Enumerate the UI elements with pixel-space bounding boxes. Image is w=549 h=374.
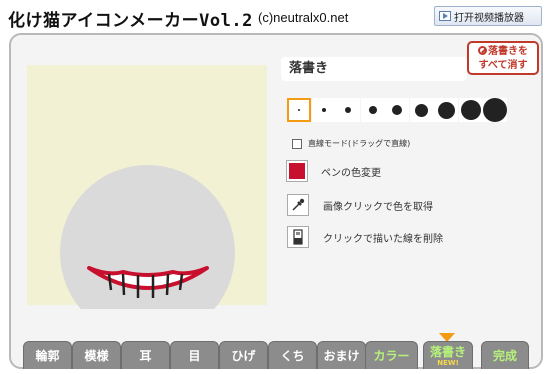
brush-size-option[interactable] — [311, 98, 336, 122]
brush-dot-icon — [345, 107, 351, 113]
brush-size-option[interactable] — [336, 98, 360, 122]
tab-category[interactable]: 輪郭 — [23, 341, 72, 369]
tab-category[interactable]: 耳 — [121, 341, 170, 369]
brush-size-option[interactable] — [409, 98, 434, 122]
straight-line-checkbox[interactable] — [292, 138, 302, 149]
tab-category[interactable]: おまけ — [317, 341, 366, 369]
open-video-player-button[interactable]: 打开视频播放器 — [434, 6, 542, 26]
tab-category[interactable]: 模様 — [72, 341, 121, 369]
brush-size-picker — [287, 98, 508, 122]
prohibit-icon — [478, 46, 487, 55]
pen-color-row[interactable]: ペンの色変更 — [286, 160, 381, 182]
eyedropper-icon[interactable] — [287, 194, 309, 216]
copyright-text: (c)neutralx0.net — [258, 10, 349, 25]
brush-dot-icon — [483, 98, 507, 122]
clear-all-line2: すべて消す — [478, 60, 528, 71]
brush-size-option[interactable] — [385, 98, 409, 122]
app-title: 化け猫アイコンメーカーVol.2 — [8, 11, 253, 31]
brush-dot-icon — [368, 106, 377, 114]
brush-dot-icon — [321, 108, 326, 112]
eyedropper-label: 画像クリックで色を取得 — [323, 201, 433, 213]
video-icon — [439, 11, 451, 21]
brush-dot-icon — [437, 101, 455, 119]
eyedropper-row[interactable]: 画像クリックで色を取得 — [287, 194, 433, 216]
tab-category[interactable]: くち — [268, 341, 317, 369]
straight-line-label: 直線モード(ドラッグで直線) — [308, 139, 411, 148]
brush-size-option[interactable] — [287, 98, 311, 122]
tab-draw-label: 落書き — [429, 345, 466, 359]
tab-category[interactable]: 目 — [170, 341, 219, 369]
category-tabs: 輪郭 模様耳目ひげ くち おまけ — [23, 341, 366, 369]
brush-dot-icon — [460, 100, 481, 120]
tab-category[interactable]: ひげ — [219, 341, 268, 369]
brush-size-option[interactable] — [458, 98, 483, 122]
eraser-icon[interactable] — [287, 226, 309, 248]
new-badge: NEW! — [437, 359, 459, 367]
tool-name: 落書き — [281, 57, 467, 81]
tab-done[interactable]: 完成 — [481, 341, 529, 369]
brush-size-option[interactable] — [360, 98, 385, 122]
brush-dot-icon — [392, 105, 402, 115]
brush-dot-icon — [415, 103, 428, 117]
pen-color-swatch[interactable] — [286, 160, 308, 182]
tab-color[interactable]: カラー — [365, 341, 418, 369]
eraser-label: クリックで描いた線を削除 — [323, 233, 443, 245]
cat-mouth — [87, 266, 209, 298]
eraser-row[interactable]: クリックで描いた線を削除 — [287, 226, 443, 248]
brush-size-option[interactable] — [483, 98, 507, 122]
pen-color-label: ペンの色変更 — [321, 167, 381, 179]
brush-dot-icon — [298, 109, 300, 111]
straight-line-mode[interactable]: 直線モード(ドラッグで直線) — [292, 138, 410, 149]
open-video-player-label: 打开视频播放器 — [454, 12, 524, 24]
clear-all-line1: 落書きを — [488, 46, 528, 57]
brush-size-option[interactable] — [434, 98, 458, 122]
clear-all-drawing-button[interactable]: 落書きを すべて消す — [467, 41, 539, 75]
tab-draw[interactable]: 落書き NEW! — [423, 341, 473, 369]
